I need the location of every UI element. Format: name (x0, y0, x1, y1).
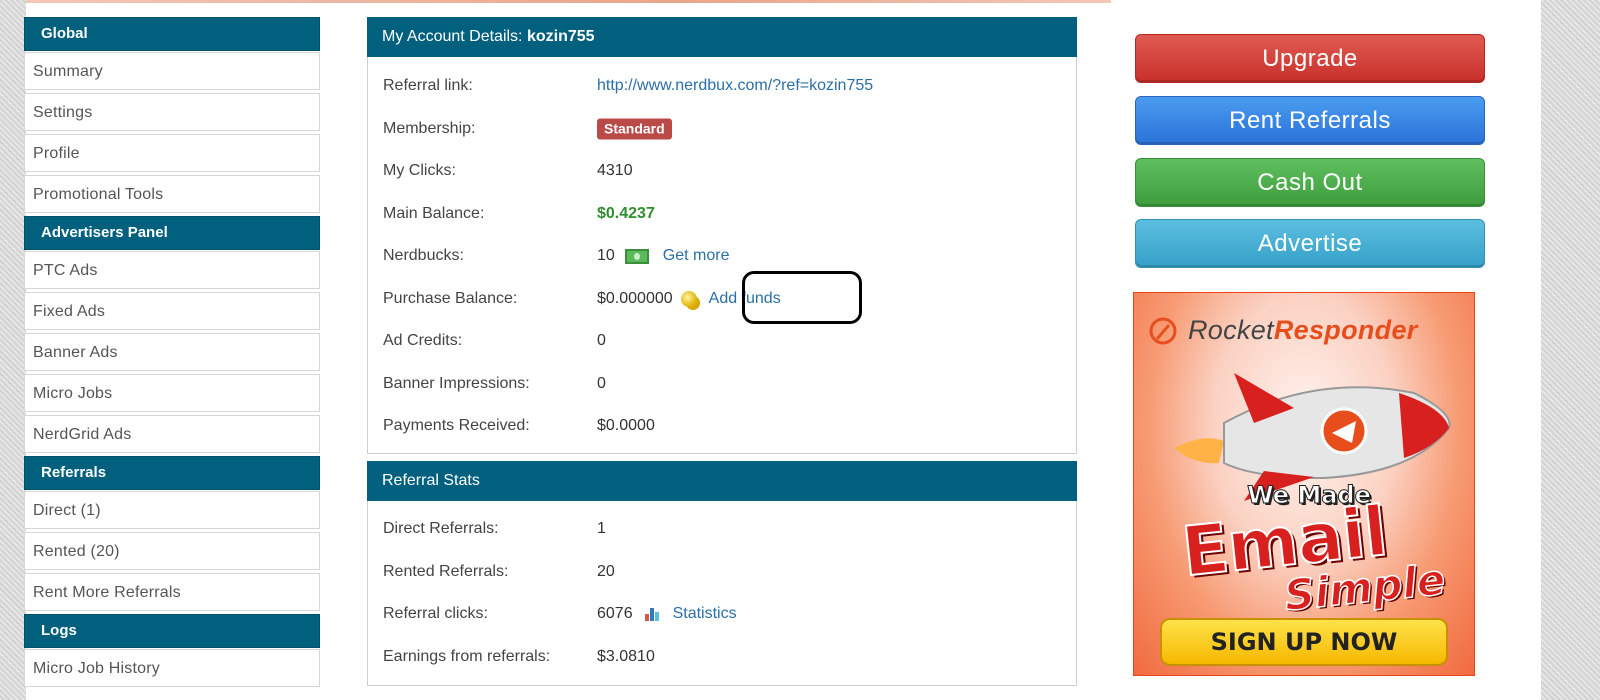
rocket-logo-icon (1149, 317, 1177, 344)
earnings-value: $3.0810 (597, 647, 655, 665)
purchase-balance-value: $0.000000 (597, 289, 673, 307)
statistics-link[interactable]: Statistics (673, 605, 737, 623)
main-balance-value: $0.4237 (597, 204, 655, 222)
referral-link-row: Referral link: http://www.nerdbux.com/?r… (368, 65, 1076, 108)
membership-row: Membership: Standard (368, 108, 1076, 151)
payments-received-value: $0.0000 (597, 417, 655, 435)
money-icon (624, 248, 649, 264)
earnings-row: Earnings from referrals: $3.0810 (368, 636, 1076, 679)
sidebar-item-rented[interactable]: Rented (20) (24, 532, 320, 570)
referral-clicks-label: Referral clicks: (383, 605, 488, 623)
direct-referrals-value: 1 (597, 520, 606, 538)
referral-clicks-row: Referral clicks: 6076 Statistics (368, 593, 1076, 636)
membership-badge: Standard (597, 118, 672, 140)
payments-received-label: Payments Received: (383, 417, 530, 435)
direct-referrals-row: Direct Referrals: 1 (368, 508, 1076, 551)
sidebar-item-banner-ads[interactable]: Banner Ads (24, 333, 320, 371)
sidebar-header-advertisers-panel: Advertisers Panel (24, 216, 320, 250)
rent-referrals-button[interactable]: Rent Referrals (1135, 96, 1485, 145)
earnings-label: Earnings from referrals: (383, 647, 551, 665)
banner-impressions-row: Banner Impressions: 0 (368, 363, 1076, 406)
referral-stats-panel: Referral Stats Direct Referrals: 1 Rente… (367, 461, 1077, 686)
add-funds-highlight (742, 271, 862, 324)
nerdbucks-value: 10 (597, 247, 615, 265)
referral-stats-title: Referral Stats (367, 461, 1077, 501)
coins-icon (680, 290, 697, 307)
banner-impressions-value: 0 (597, 374, 606, 392)
rented-referrals-value: 20 (597, 562, 615, 580)
rented-referrals-label: Rented Referrals: (383, 562, 509, 580)
sidebar: Global Summary Settings Profile Promotio… (24, 17, 320, 690)
account-details-panel: My Account Details: kozin755 Referral li… (367, 17, 1077, 454)
sidebar-item-rent-more-referrals[interactable]: Rent More Referrals (24, 573, 320, 611)
ad-logo: Rocket Responder (1148, 315, 1418, 346)
main-balance-row: Main Balance: $0.4237 (368, 193, 1076, 236)
sidebar-item-profile[interactable]: Profile (24, 134, 320, 172)
sidebar-header-global: Global (24, 17, 320, 51)
main-balance-label: Main Balance: (383, 204, 485, 222)
nerdbucks-row: Nerdbucks: 10 Get more (368, 235, 1076, 278)
sidebar-item-micro-job-history[interactable]: Micro Job History (24, 649, 320, 687)
sidebar-item-direct[interactable]: Direct (1) (24, 491, 320, 529)
ad-brand-rocket: Rocket (1188, 315, 1274, 345)
clicks-value: 4310 (597, 162, 633, 180)
top-accent-line (26, 0, 1111, 3)
upgrade-button[interactable]: Upgrade (1135, 34, 1485, 83)
sidebar-item-micro-jobs[interactable]: Micro Jobs (24, 374, 320, 412)
rocketresponder-ad-banner[interactable]: Rocket Responder We Made Email Simple SIG… (1133, 292, 1475, 676)
sidebar-item-settings[interactable]: Settings (24, 93, 320, 131)
sidebar-item-promotional-tools[interactable]: Promotional Tools (24, 175, 320, 213)
ad-credits-value: 0 (597, 332, 606, 350)
sidebar-header-logs: Logs (24, 614, 320, 648)
nerdbucks-label: Nerdbucks: (383, 247, 464, 265)
ad-sign-up-button[interactable]: SIGN UP NOW (1160, 618, 1448, 666)
ad-credits-label: Ad Credits: (383, 332, 463, 350)
get-more-link[interactable]: Get more (663, 247, 730, 265)
referral-link-label: Referral link: (383, 77, 473, 95)
ad-brand-responder: Responder (1273, 315, 1418, 345)
clicks-row: My Clicks: 4310 (368, 150, 1076, 193)
account-details-title: My Account Details: (382, 28, 527, 45)
sidebar-header-referrals: Referrals (24, 456, 320, 490)
advertise-button[interactable]: Advertise (1135, 219, 1485, 268)
purchase-balance-row: Purchase Balance: $0.000000 Add funds (368, 278, 1076, 321)
direct-referrals-label: Direct Referrals: (383, 520, 499, 538)
account-username: kozin755 (526, 28, 595, 45)
ad-credits-row: Ad Credits: 0 (368, 320, 1076, 363)
banner-impressions-label: Banner Impressions: (383, 374, 530, 392)
bar-chart-icon (644, 607, 659, 622)
clicks-label: My Clicks: (383, 162, 456, 180)
rented-referrals-row: Rented Referrals: 20 (368, 551, 1076, 594)
sidebar-item-fixed-ads[interactable]: Fixed Ads (24, 292, 320, 330)
sidebar-item-nerdgrid-ads[interactable]: NerdGrid Ads (24, 415, 320, 453)
referral-clicks-value: 6076 (597, 605, 633, 623)
purchase-balance-label: Purchase Balance: (383, 289, 518, 307)
membership-label: Membership: (383, 119, 476, 137)
account-details-header: My Account Details: kozin755 (367, 17, 1077, 57)
sidebar-item-summary[interactable]: Summary (24, 52, 320, 90)
cash-out-button[interactable]: Cash Out (1135, 158, 1485, 207)
payments-received-row: Payments Received: $0.0000 (368, 405, 1076, 448)
sidebar-item-ptc-ads[interactable]: PTC Ads (24, 251, 320, 289)
referral-link[interactable]: http://www.nerdbux.com/?ref=kozin755 (597, 77, 873, 95)
